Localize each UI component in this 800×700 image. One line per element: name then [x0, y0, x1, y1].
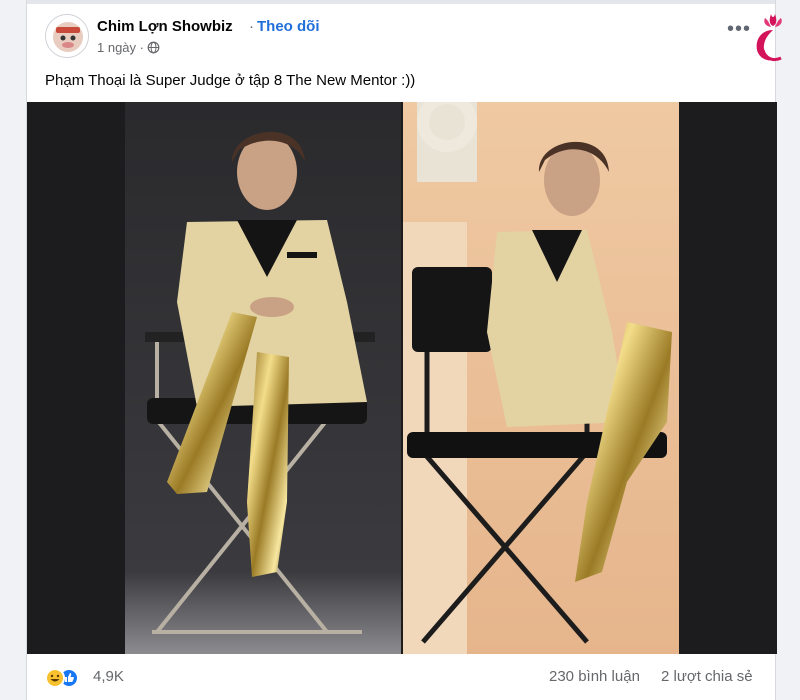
post-caption: Phạm Thoại là Super Judge ở tập 8 The Ne… [45, 72, 416, 89]
separator-dot: · [249, 18, 254, 35]
post-photo-collage [27, 102, 777, 654]
post-time[interactable]: 1 ngày · [97, 40, 144, 55]
follow-button[interactable]: Theo dõi [257, 18, 320, 35]
post-image[interactable] [27, 102, 777, 654]
more-options-button[interactable]: ••• [727, 19, 751, 39]
lotus-logo [756, 14, 782, 62]
author-name[interactable]: Chim Lợn Showbiz [97, 18, 233, 35]
haha-icon [45, 668, 65, 688]
comments-count-link[interactable]: 230 bình luận [549, 668, 640, 685]
shares-count-link[interactable]: 2 lượt chia sẻ [661, 668, 753, 685]
globe-icon [147, 41, 160, 54]
page-avatar[interactable] [45, 14, 89, 58]
reaction-count[interactable]: 4,9K [93, 668, 124, 685]
post-card: Chim Lợn Showbiz · Theo dõi 1 ngày · •••… [26, 0, 782, 700]
card-top-border [27, 0, 775, 4]
